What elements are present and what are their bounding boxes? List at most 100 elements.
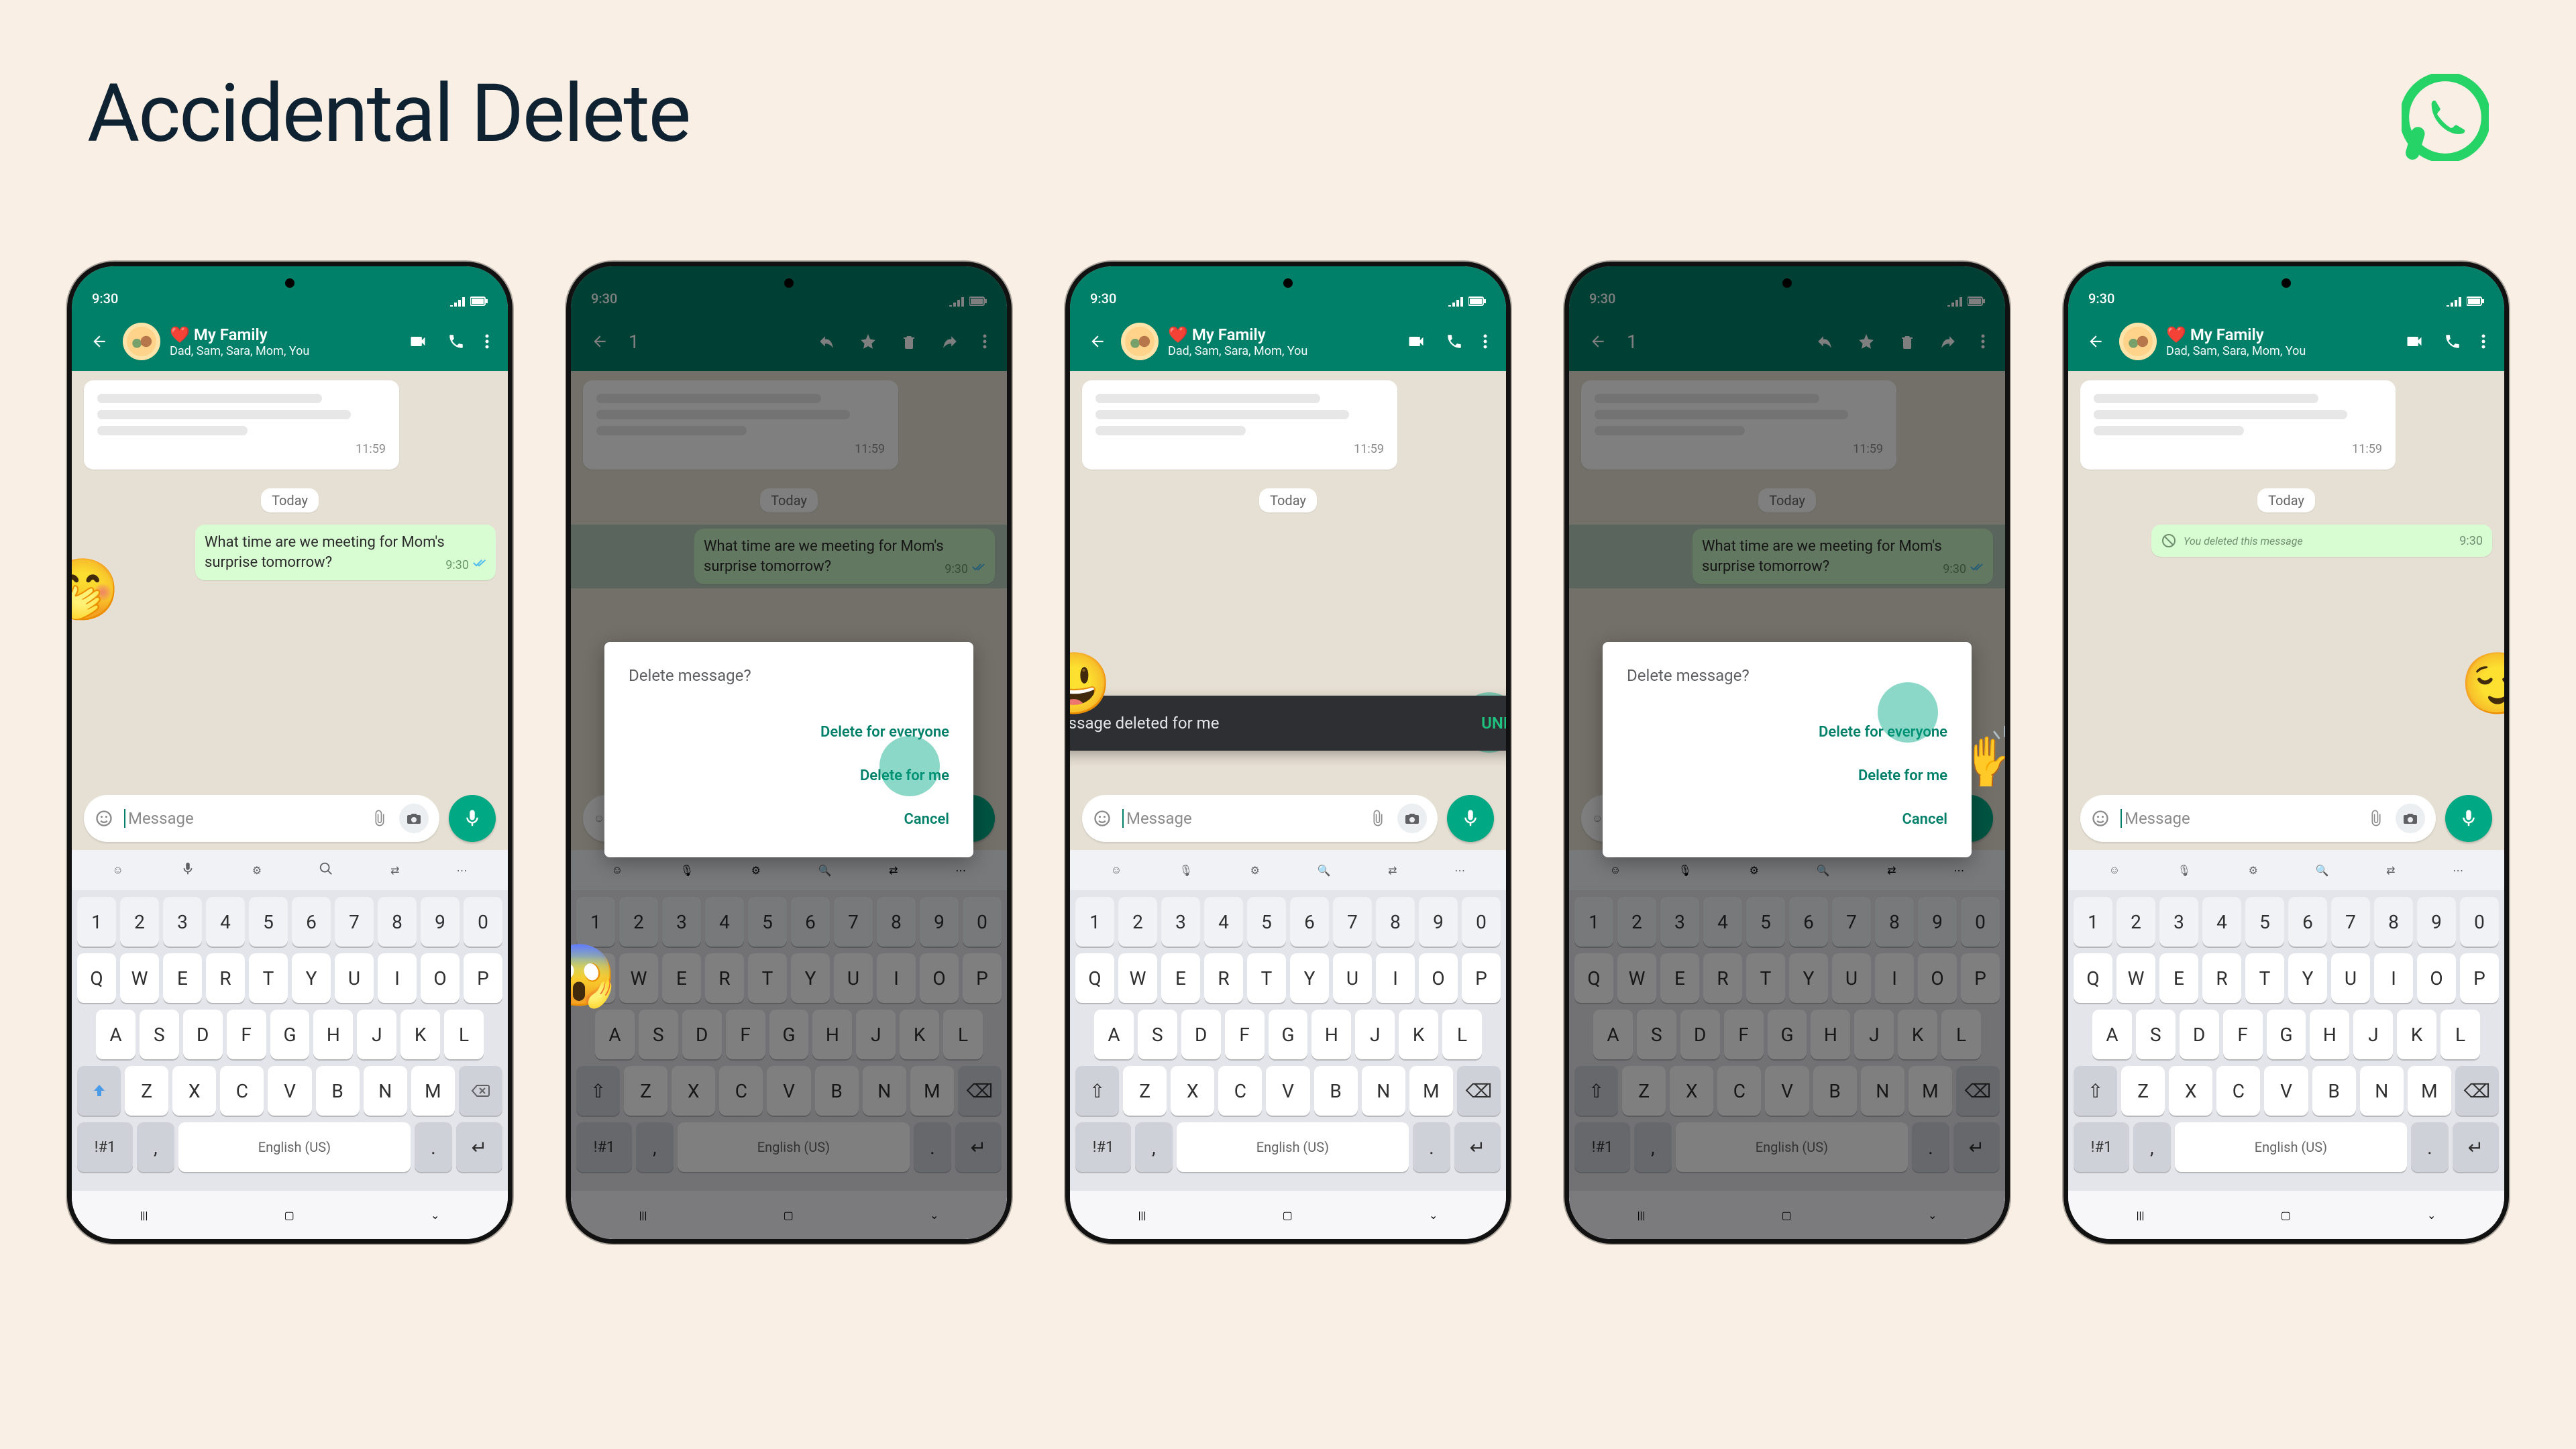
key-enter[interactable]: ↵ [456, 1122, 502, 1172]
kb-translate-icon[interactable]: ⇄ [2386, 864, 2395, 877]
key-d[interactable]: D [183, 1010, 223, 1059]
key-backspace[interactable] [459, 1066, 502, 1116]
key-x[interactable]: X [172, 1066, 216, 1116]
key-6[interactable]: 6 [292, 897, 331, 947]
key-i[interactable]: I [2374, 953, 2413, 1003]
key-x[interactable]: X [2169, 1066, 2212, 1116]
key-q[interactable]: Q [1075, 953, 1114, 1003]
kb-search-icon[interactable]: 🔍 [2316, 864, 2329, 877]
key-symbols[interactable]: !#1 [77, 1122, 133, 1172]
key-g[interactable]: G [2267, 1010, 2306, 1059]
kb-settings-icon[interactable]: ⚙ [2249, 864, 2258, 877]
key-e[interactable]: E [163, 953, 202, 1003]
key-2[interactable]: 2 [1118, 897, 1157, 947]
key-b[interactable]: B [316, 1066, 360, 1116]
key-x[interactable]: X [1171, 1066, 1214, 1116]
more-icon[interactable] [1478, 328, 1493, 355]
emoji-icon[interactable] [2091, 809, 2110, 828]
kb-search-icon[interactable]: 🔍 [1318, 864, 1331, 877]
key-l[interactable]: L [444, 1010, 484, 1059]
key-z[interactable]: Z [1123, 1066, 1167, 1116]
kb-emoji-icon[interactable]: ☺ [2109, 863, 2120, 877]
nav-recents-icon[interactable]: ||| [1138, 1209, 1146, 1222]
message-input[interactable]: Message [2121, 809, 2357, 828]
key-a[interactable]: A [96, 1010, 136, 1059]
key-enter[interactable]: ↵ [1454, 1122, 1501, 1172]
key-9[interactable]: 9 [1419, 897, 1458, 947]
key-d[interactable]: D [1181, 1010, 1221, 1059]
key-l[interactable]: L [1442, 1010, 1482, 1059]
key-3[interactable]: 3 [1161, 897, 1200, 947]
avatar[interactable] [1121, 323, 1159, 360]
key-g[interactable]: G [270, 1010, 310, 1059]
key-o[interactable]: O [2417, 953, 2456, 1003]
key-r[interactable]: R [206, 953, 245, 1003]
key-a[interactable]: A [2092, 1010, 2132, 1059]
attach-icon[interactable] [1369, 810, 1387, 827]
attach-icon[interactable] [2367, 810, 2385, 827]
key-5[interactable]: 5 [249, 897, 288, 947]
incoming-message[interactable]: 11:59 [84, 380, 399, 470]
key-7[interactable]: 7 [1333, 897, 1372, 947]
message-input[interactable]: Message [124, 809, 360, 828]
key-m[interactable]: M [411, 1066, 455, 1116]
key-2[interactable]: 2 [2116, 897, 2155, 947]
key-f[interactable]: F [2223, 1010, 2263, 1059]
keyboard[interactable]: 1234567890 QWERTYUIOP ASDFGHJKL ⇧ZXCVBNM… [2068, 890, 2504, 1239]
outgoing-message[interactable]: What time are we meeting for Mom's surpr… [195, 525, 496, 580]
nav-home-icon[interactable]: ▢ [284, 1209, 294, 1222]
nav-recents-icon[interactable]: ||| [140, 1209, 148, 1222]
key-j[interactable]: J [1355, 1010, 1395, 1059]
key-8[interactable]: 8 [2374, 897, 2413, 947]
key-s[interactable]: S [2136, 1010, 2176, 1059]
message-composer[interactable]: Message [84, 795, 439, 842]
key-shift[interactable]: ⇧ [1075, 1066, 1119, 1116]
key-y[interactable]: Y [2288, 953, 2327, 1003]
nav-home-icon[interactable]: ▢ [1283, 1209, 1293, 1222]
key-h[interactable]: H [1311, 1010, 1351, 1059]
key-c[interactable]: C [220, 1066, 264, 1116]
key-y[interactable]: Y [292, 953, 331, 1003]
key-symbols[interactable]: !#1 [2074, 1122, 2129, 1172]
emoji-icon[interactable] [95, 809, 113, 828]
key-v[interactable]: V [2264, 1066, 2308, 1116]
kb-more-icon[interactable]: ⋯ [2453, 864, 2463, 877]
delete-for-me-button[interactable]: Delete for me [1627, 754, 1947, 798]
key-p[interactable]: P [2460, 953, 2499, 1003]
key-e[interactable]: E [1161, 953, 1200, 1003]
key-d[interactable]: D [2180, 1010, 2219, 1059]
cancel-button[interactable]: Cancel [629, 798, 949, 841]
kb-voice-icon[interactable]: 🎙 [1179, 864, 1193, 877]
key-n[interactable]: N [364, 1066, 407, 1116]
key-5[interactable]: 5 [1247, 897, 1286, 947]
video-call-icon[interactable] [403, 327, 433, 356]
key-0[interactable]: 0 [464, 897, 502, 947]
key-q[interactable]: Q [2074, 953, 2112, 1003]
key-r[interactable]: R [2202, 953, 2241, 1003]
key-u[interactable]: U [335, 953, 374, 1003]
key-e[interactable]: E [2159, 953, 2198, 1003]
key-s[interactable]: S [1138, 1010, 1177, 1059]
camera-icon[interactable] [2396, 804, 2425, 833]
keyboard[interactable]: 1 2 3 4 5 6 7 8 9 0 Q W E R T Y U I O P … [72, 890, 508, 1239]
key-1[interactable]: 1 [1075, 897, 1114, 947]
key-period[interactable]: . [415, 1122, 451, 1172]
kb-voice-icon[interactable] [180, 861, 195, 879]
key-b[interactable]: B [2312, 1066, 2356, 1116]
key-i[interactable]: I [378, 953, 417, 1003]
key-8[interactable]: 8 [378, 897, 417, 947]
key-2[interactable]: 2 [120, 897, 159, 947]
key-w[interactable]: W [120, 953, 159, 1003]
key-z[interactable]: Z [125, 1066, 168, 1116]
key-shift[interactable]: ⇧ [2074, 1066, 2117, 1116]
mic-button[interactable] [449, 795, 496, 842]
key-q[interactable]: Q [77, 953, 116, 1003]
key-comma[interactable]: , [1135, 1122, 1172, 1172]
avatar[interactable] [2119, 323, 2157, 360]
voice-call-icon[interactable] [2438, 327, 2467, 356]
deleted-message[interactable]: You deleted this message 9:30 [2151, 525, 2492, 557]
key-p[interactable]: P [464, 953, 502, 1003]
cancel-button[interactable]: Cancel [1627, 798, 1947, 841]
key-shift[interactable] [77, 1066, 121, 1116]
key-f[interactable]: F [227, 1010, 266, 1059]
